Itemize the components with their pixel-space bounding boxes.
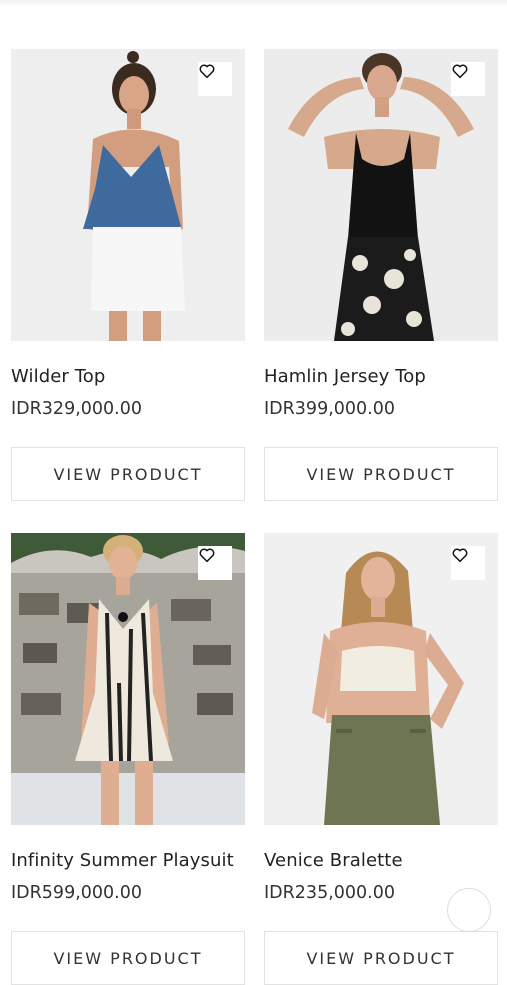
product-name[interactable]: Hamlin Jersey Top [264,365,498,389]
product-grid: Wilder Top IDR329,000.00 VIEW PRODUCT Ha… [0,0,507,985]
product-image[interactable] [264,49,498,341]
product-image[interactable] [11,533,245,825]
heart-icon [199,64,215,79]
wishlist-button[interactable] [451,62,485,96]
product-image[interactable] [11,49,245,341]
product-price: IDR399,000.00 [264,399,395,419]
heart-icon [452,548,468,563]
heart-icon [452,64,468,79]
product-price: IDR329,000.00 [11,399,142,419]
product-name[interactable]: Infinity Summer Playsuit [11,849,245,873]
product-image[interactable] [264,533,498,825]
product-name[interactable]: Wilder Top [11,365,245,389]
scroll-to-top-button[interactable] [447,888,491,932]
product-card: Wilder Top IDR329,000.00 VIEW PRODUCT [11,49,245,501]
view-product-button[interactable]: VIEW PRODUCT [264,447,498,501]
product-price: IDR599,000.00 [11,883,142,903]
view-product-button[interactable]: VIEW PRODUCT [264,931,498,985]
product-card: Infinity Summer Playsuit IDR599,000.00 V… [11,533,245,985]
wishlist-button[interactable] [451,546,485,580]
view-product-button[interactable]: VIEW PRODUCT [11,447,245,501]
product-name[interactable]: Venice Bralette [264,849,498,873]
view-product-button[interactable]: VIEW PRODUCT [11,931,245,985]
wishlist-button[interactable] [198,62,232,96]
wishlist-button[interactable] [198,546,232,580]
heart-icon [199,548,215,563]
product-card: Hamlin Jersey Top IDR399,000.00 VIEW PRO… [264,49,498,501]
